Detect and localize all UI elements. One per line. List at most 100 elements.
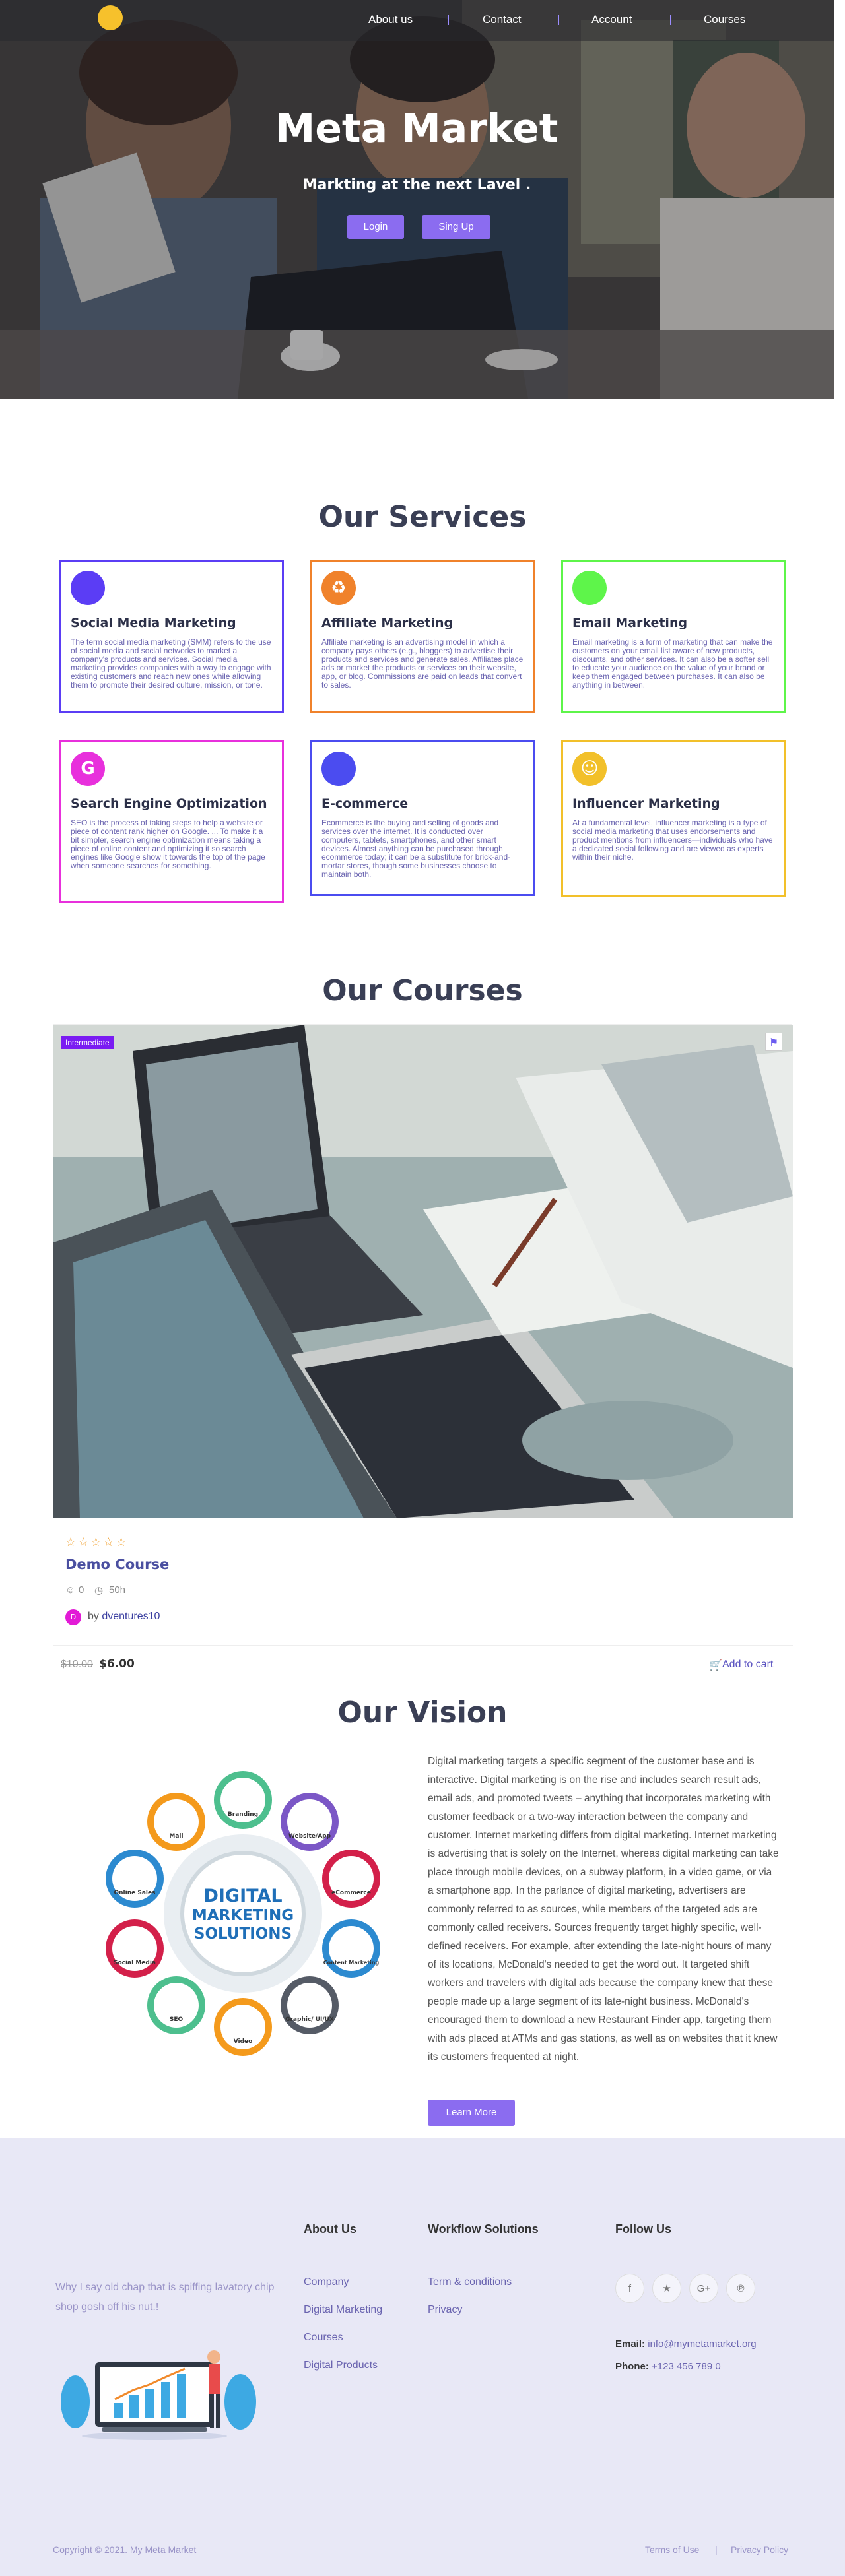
top-navbar: About us Contact Account Courses — [0, 0, 834, 41]
course-duration: 50h — [109, 1584, 126, 1595]
course-image — [53, 1025, 793, 1518]
facebook-icon[interactable]: f — [615, 2274, 644, 2303]
services-title: Our Services — [318, 500, 527, 534]
analytics-illustration — [61, 2350, 256, 2440]
hero-overlay — [0, 0, 834, 399]
wheel-item-mail: Mail — [147, 1793, 205, 1851]
service-card-text: At a fundamental level, influencer marke… — [572, 818, 773, 862]
service-card-title: Email Marketing — [572, 616, 688, 630]
phone-value: +123 456 789 0 — [652, 2361, 721, 2372]
footer-link-courses[interactable]: Courses — [304, 2332, 343, 2344]
footer-follow-title: Follow Us — [615, 2222, 671, 2236]
nav-about-us[interactable]: About us — [368, 13, 413, 26]
user-icon: ☺ — [572, 752, 607, 786]
nav-separator — [558, 15, 559, 25]
service-card-text: The term social media marketing (SMM) re… — [71, 637, 271, 690]
add-to-cart-link[interactable]: Add to cart — [722, 1659, 834, 1671]
course-divider — [53, 1645, 793, 1646]
footer-link-company[interactable]: Company — [304, 2276, 349, 2288]
service-card-influencer[interactable]: ☺ Influencer Marketing At a fundamental … — [561, 740, 786, 897]
course-card[interactable]: Intermediate ⚑ ☆☆☆☆☆ Demo Course ☺ 0 ◷ 5… — [53, 1024, 793, 1677]
svg-text:Video: Video — [234, 2038, 253, 2045]
digital-marketing-wheel: DIGITAL MARKETING SOLUTIONS Branding Web… — [106, 1771, 380, 2056]
students-count: 0 — [79, 1584, 84, 1595]
wheel-item-online-sales: Online Sales — [106, 1850, 164, 1908]
footer-link-privacy[interactable]: Privacy — [428, 2304, 462, 2316]
hero-section: About us Contact Account Courses Meta Ma… — [0, 0, 834, 399]
service-card-text: SEO is the process of taking steps to he… — [71, 818, 265, 870]
login-button[interactable]: Login — [347, 215, 404, 239]
email-value[interactable]: info@mymetamarket.org — [648, 2338, 756, 2350]
service-card-title: Affiliate Marketing — [321, 616, 454, 630]
pinterest-icon[interactable]: ℗ — [726, 2274, 755, 2303]
nav-account[interactable]: Account — [592, 13, 632, 26]
twitter-icon[interactable]: ★ — [652, 2274, 681, 2303]
svg-text:Social Media: Social Media — [114, 1960, 156, 1966]
signup-button[interactable]: Sing Up — [422, 215, 490, 239]
wheel-item-video: Video — [214, 1998, 272, 2056]
wheel-center-line-1: DIGITAL — [203, 1886, 282, 1906]
old-price: $10.00 — [61, 1659, 93, 1670]
footer-email: Email: info@mymetamarket.org — [615, 2338, 757, 2350]
svg-text:Mail: Mail — [169, 1833, 183, 1840]
wheel-item-ecommerce: eCommerce — [322, 1850, 380, 1908]
wheel-item-graphic-uiux: Graphic/ UI/UX — [281, 1976, 339, 2034]
bookmark-icon[interactable]: ⚑ — [765, 1033, 782, 1051]
email-icon — [572, 571, 607, 605]
footer-quote: Why I say old chap that is spiffing lava… — [55, 2282, 275, 2313]
wheel-item-website-app: Website/App — [281, 1793, 339, 1851]
service-card-affiliate[interactable]: ♻ Affiliate Marketing Affiliate marketin… — [310, 560, 535, 713]
google-plus-icon[interactable]: G+ — [689, 2274, 718, 2303]
wheel-item-social-media: Social Media — [106, 1919, 164, 1978]
service-card-text: Affiliate marketing is an advertising mo… — [321, 637, 524, 690]
service-card-title: Social Media Marketing — [71, 616, 236, 630]
phone-label: Phone: — [615, 2361, 649, 2372]
nav-contact[interactable]: Contact — [483, 13, 522, 26]
author-avatar: D — [65, 1609, 81, 1625]
nav-courses[interactable]: Courses — [704, 13, 745, 26]
footer-link-digital-products[interactable]: Digital Products — [304, 2360, 378, 2371]
footer-about-title: About Us — [304, 2222, 356, 2236]
service-card-title: Search Engine Optimization — [71, 796, 267, 811]
footer-workflow-title: Workflow Solutions — [428, 2222, 539, 2236]
service-card-title: Influencer Marketing — [572, 796, 720, 811]
logo[interactable] — [98, 5, 123, 30]
footer-terms-link[interactable]: Terms of Use — [645, 2544, 699, 2555]
svg-text:SEO: SEO — [170, 2016, 184, 2023]
footer-link-digital-marketing[interactable]: Digital Marketing — [304, 2304, 382, 2316]
email-label: Email: — [615, 2338, 646, 2350]
service-card-social-media[interactable]: Social Media Marketing The term social m… — [59, 560, 284, 713]
service-card-text: Ecommerce is the buying and selling of g… — [321, 818, 511, 879]
wheel-item-content-marketing: Content Marketing — [322, 1919, 380, 1978]
hero-title: Meta Market — [275, 106, 558, 152]
rating-stars: ☆☆☆☆☆ — [65, 1535, 129, 1549]
wheel-item-branding: Branding — [214, 1771, 272, 1829]
footer-separator: | — [715, 2544, 718, 2555]
svg-text:Branding: Branding — [228, 1811, 258, 1818]
service-card-ecommerce[interactable]: E-commerce Ecommerce is the buying and s… — [310, 740, 535, 896]
svg-text:Graphic/ UI/UX: Graphic/ UI/UX — [285, 2016, 334, 2023]
footer-phone: Phone: +123 456 789 0 — [615, 2361, 721, 2372]
service-card-seo[interactable]: G Search Engine Optimization SEO is the … — [59, 740, 284, 903]
vision-paragraph: Digital marketing targets a specific seg… — [428, 1756, 779, 2063]
wheel-item-seo: SEO — [147, 1976, 205, 2034]
recycle-icon: ♻ — [321, 571, 356, 605]
author-name[interactable]: dventures10 — [102, 1611, 160, 1622]
wheel-center-line-2: MARKETING — [192, 1907, 294, 1924]
footer-link-terms[interactable]: Term & conditions — [428, 2276, 512, 2288]
google-icon: G — [71, 752, 105, 786]
nav-separator — [448, 15, 449, 25]
learn-more-button[interactable]: Learn More — [428, 2100, 515, 2126]
course-title[interactable]: Demo Course — [65, 1557, 169, 1572]
clock-icon: ◷ — [94, 1585, 104, 1596]
level-badge: Intermediate — [61, 1036, 114, 1049]
footer-privacy-link[interactable]: Privacy Policy — [731, 2544, 788, 2555]
service-card-text: Email marketing is a form of marketing t… — [572, 637, 773, 690]
copyright: Copyright © 2021. My Meta Market — [53, 2544, 197, 2555]
students-icon: ☺ — [65, 1584, 76, 1595]
svg-text:eCommerce: eCommerce — [331, 1890, 371, 1896]
svg-text:Online Sales: Online Sales — [114, 1890, 156, 1896]
service-card-email[interactable]: Email Marketing Email marketing is a for… — [561, 560, 786, 713]
author-by: by — [88, 1611, 99, 1622]
author-line: by dventures10 — [88, 1611, 160, 1623]
